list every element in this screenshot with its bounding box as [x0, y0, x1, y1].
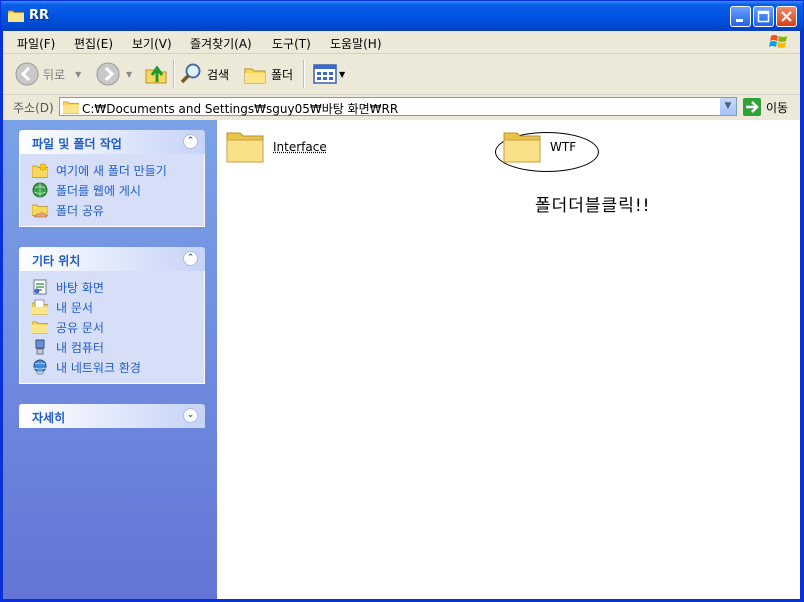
toolbar-separator — [303, 60, 305, 88]
place-desktop[interactable]: 바탕 화면 — [20, 277, 204, 297]
folder-icon — [503, 132, 541, 163]
address-input[interactable]: C:₩Documents and Settings₩sguy05₩바탕 화면₩R… — [59, 97, 737, 116]
up-button[interactable] — [144, 62, 168, 86]
windows-logo-icon — [769, 35, 787, 48]
views-button[interactable]: ▼ — [313, 62, 345, 86]
place-shared-documents-label: 공유 문서 — [56, 320, 104, 335]
task-share-folder[interactable]: 폴더 공유 — [20, 200, 204, 220]
place-my-documents[interactable]: 내 문서 — [20, 297, 204, 317]
folders-label: 폴더 — [271, 67, 294, 82]
folder-icon — [8, 10, 24, 22]
views-dropdown-icon[interactable]: ▼ — [339, 70, 345, 79]
menu-tools[interactable]: 도구(T) — [272, 35, 311, 52]
go-label: 이동 — [766, 100, 789, 115]
place-my-computer-label: 내 컴퓨터 — [56, 340, 104, 355]
task-new-folder[interactable]: 여기에 새 폴더 만들기 — [20, 160, 204, 180]
file-folder-tasks-body: 여기에 새 폴더 만들기 폴더를 웹에 게시 폴더 공유 — [19, 154, 205, 227]
collapse-up-icon[interactable]: ⌃ — [183, 251, 198, 266]
close-icon — [781, 11, 792, 22]
folder-icon — [32, 321, 48, 334]
expand-down-icon[interactable]: ⌄ — [183, 408, 198, 423]
place-my-computer[interactable]: 내 컴퓨터 — [20, 337, 204, 357]
place-desktop-label: 바탕 화면 — [56, 280, 104, 295]
computer-icon — [35, 339, 45, 355]
menu-bar: 파일(F) 편집(E) 보기(V) 즐겨찾기(A) 도구(T) 도움말(H) — [1, 31, 803, 54]
task-share-folder-label: 폴더 공유 — [56, 203, 104, 218]
folder-icon — [226, 132, 264, 163]
details-title: 자세히 — [32, 411, 66, 425]
desktop-icon — [33, 279, 47, 295]
forward-dropdown-icon[interactable]: ▼ — [126, 70, 132, 79]
folder-name-wtf: WTF — [550, 140, 577, 154]
window-title: RR — [29, 8, 50, 23]
address-dropdown-button[interactable]: ▼ — [719, 98, 736, 115]
task-publish-web-label: 폴더를 웹에 게시 — [56, 183, 141, 198]
place-my-network-label: 내 네트워크 환경 — [56, 360, 141, 375]
network-icon — [33, 359, 47, 375]
forward-button[interactable]: ▼ — [96, 62, 132, 86]
back-label: 뒤로 — [43, 67, 66, 82]
window-border — [1, 31, 3, 601]
annotation-text: 폴더더블클릭!! — [535, 196, 651, 216]
place-shared-documents[interactable]: 공유 문서 — [20, 317, 204, 337]
shared-folder-icon — [32, 204, 48, 218]
search-label: 검색 — [207, 67, 230, 82]
address-path: C:₩Documents and Settings₩sguy05₩바탕 화면₩R… — [82, 102, 399, 116]
other-places-title: 기타 위치 — [32, 254, 81, 268]
toolbar-separator — [173, 60, 175, 88]
folder-name-interface: Interface — [273, 140, 327, 154]
menu-edit[interactable]: 편집(E) — [74, 35, 113, 52]
place-my-network[interactable]: 내 네트워크 환경 — [20, 357, 204, 377]
explorer-window: RR 파일(F) 편집(E) 보기(V) 즐겨찾기(A) 도구(T) 도움말(H… — [0, 0, 804, 602]
go-arrow-icon — [743, 98, 761, 116]
menu-file[interactable]: 파일(F) — [17, 35, 55, 52]
task-pane: 파일 및 폴더 작업 ⌃ 여기에 새 폴더 만들기 폴더를 웹에 게시 폴더 공… — [3, 120, 217, 599]
details: 자세히 ⌄ — [19, 404, 205, 428]
task-new-folder-label: 여기에 새 폴더 만들기 — [56, 163, 167, 178]
other-places: 기타 위치 ⌃ 바탕 화면 내 문서 공유 문서 내 컴퓨터 내 네트워크 환경 — [19, 247, 205, 384]
new-folder-icon — [32, 162, 48, 178]
back-arrow-icon — [15, 62, 39, 86]
maximize-icon — [757, 10, 770, 23]
search-icon — [180, 63, 201, 84]
address-label: 주소(D) — [13, 101, 54, 115]
maximize-button[interactable] — [753, 6, 774, 27]
collapse-up-icon[interactable]: ⌃ — [183, 134, 198, 149]
title-bar[interactable]: RR — [1, 1, 803, 31]
details-header[interactable]: 자세히 ⌄ — [19, 404, 205, 428]
other-places-header[interactable]: 기타 위치 ⌃ — [19, 247, 205, 271]
folder-item-wtf[interactable]: WTF — [502, 127, 576, 167]
menu-favorites[interactable]: 즐겨찾기(A) — [190, 35, 252, 52]
address-bar: 주소(D) C:₩Documents and Settings₩sguy05₩바… — [1, 95, 803, 119]
folder-up-icon — [145, 65, 167, 84]
file-folder-tasks-header[interactable]: 파일 및 폴더 작업 ⌃ — [19, 130, 205, 154]
folders-button[interactable]: 폴더 — [243, 62, 293, 86]
search-button[interactable]: 검색 — [179, 62, 229, 86]
file-folder-tasks: 파일 및 폴더 작업 ⌃ 여기에 새 폴더 만들기 폴더를 웹에 게시 폴더 공… — [19, 130, 205, 227]
back-button[interactable]: 뒤로 ▼ — [15, 62, 81, 86]
view-grid-icon — [313, 64, 337, 84]
toolbar: 뒤로 ▼ ▼ 검색 폴더 ▼ — [1, 54, 803, 95]
minimize-icon — [736, 19, 743, 22]
close-button[interactable] — [776, 6, 797, 27]
folder-item-interface[interactable]: Interface — [225, 127, 327, 167]
forward-arrow-icon — [96, 62, 120, 86]
menu-view[interactable]: 보기(V) — [132, 35, 172, 52]
folder-view[interactable]: Interface WTF 폴더더블클릭!! — [217, 120, 800, 599]
go-button[interactable]: 이동 — [743, 98, 788, 116]
other-places-body: 바탕 화면 내 문서 공유 문서 내 컴퓨터 내 네트워크 환경 — [19, 271, 205, 384]
back-dropdown-icon[interactable]: ▼ — [75, 70, 81, 79]
menu-help[interactable]: 도움말(H) — [330, 35, 382, 52]
my-documents-icon — [32, 299, 48, 315]
task-publish-web[interactable]: 폴더를 웹에 게시 — [20, 180, 204, 200]
window-border — [800, 31, 803, 601]
place-my-documents-label: 내 문서 — [56, 300, 93, 315]
folder-icon — [63, 101, 79, 114]
minimize-button[interactable] — [730, 6, 751, 27]
file-folder-tasks-title: 파일 및 폴더 작업 — [32, 137, 122, 151]
globe-icon — [32, 182, 48, 198]
folders-icon — [244, 68, 266, 84]
